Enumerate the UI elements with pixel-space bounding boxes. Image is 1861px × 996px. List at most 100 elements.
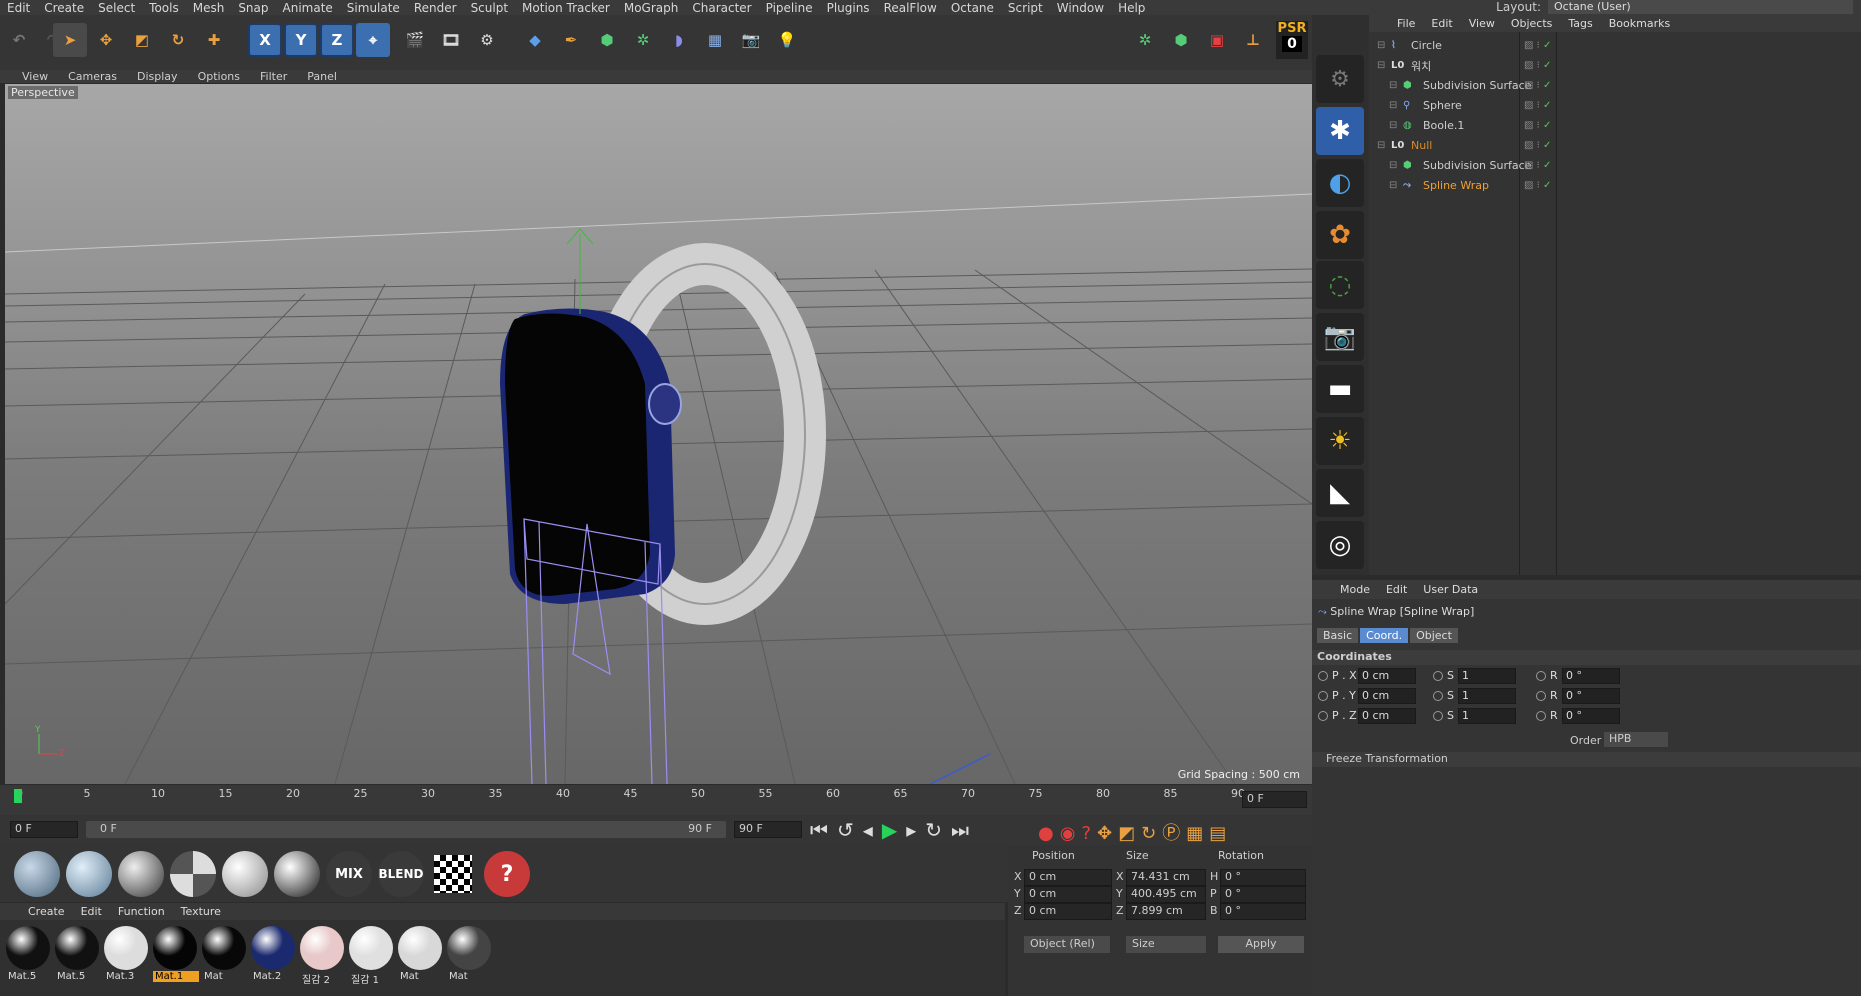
- deformer-icon[interactable]: ◗: [662, 23, 696, 57]
- key-help-icon[interactable]: ?: [1081, 823, 1097, 844]
- material-item[interactable]: Mat: [447, 926, 493, 986]
- material-item[interactable]: Mat.1: [153, 926, 199, 986]
- octane-volume-icon[interactable]: ◌: [1316, 261, 1364, 309]
- size-mode-select[interactable]: Size: [1126, 936, 1206, 953]
- frame-range-slider[interactable]: 0 F 90 F: [86, 821, 726, 838]
- end-frame-field[interactable]: 90 F: [734, 821, 802, 838]
- object-row[interactable]: ⊟ ⬢ Subdivision Surface ▨ ⁝ ✓: [1369, 76, 1861, 95]
- enabled-check-icon[interactable]: ✓: [1543, 100, 1551, 111]
- visibility-toggle[interactable]: ▨ ⁝: [1524, 140, 1540, 151]
- tab-basic[interactable]: Basic: [1317, 628, 1359, 643]
- start-frame-field[interactable]: 0 F: [10, 821, 78, 838]
- object-menu-view[interactable]: View: [1461, 17, 1503, 30]
- material-item[interactable]: Mat.2: [251, 926, 297, 986]
- playhead-marker[interactable]: [14, 789, 22, 803]
- checker-texture-preset[interactable]: [434, 855, 472, 893]
- menu-script[interactable]: Script: [1001, 1, 1050, 15]
- axis-gizmo-icon[interactable]: ⊥: [1236, 23, 1270, 57]
- menu-octane[interactable]: Octane: [944, 1, 1001, 15]
- octane-cube-icon[interactable]: ⬢: [1164, 23, 1198, 57]
- object-menu-edit[interactable]: Edit: [1423, 17, 1460, 30]
- attribute-menu-edit[interactable]: Edit: [1378, 583, 1415, 596]
- param-r-field[interactable]: 0 °: [1562, 708, 1620, 724]
- tree-expand-icon[interactable]: ⊟: [1377, 60, 1385, 71]
- object-row[interactable]: ⊟ ⚲ Sphere ▨ ⁝ ✓: [1369, 96, 1861, 115]
- enabled-check-icon[interactable]: ✓: [1543, 40, 1551, 51]
- object-row[interactable]: ⊟ L0 워치 ▨ ⁝ ✓: [1369, 56, 1861, 75]
- menu-pipeline[interactable]: Pipeline: [759, 1, 820, 15]
- material-item[interactable]: Mat.5: [6, 926, 52, 986]
- rotation-h-field[interactable]: 0 °: [1220, 869, 1306, 886]
- go-to-start-icon[interactable]: ⏮: [810, 818, 837, 842]
- animate-radio[interactable]: [1318, 691, 1328, 701]
- render-picture-viewer-icon[interactable]: 🎞: [434, 23, 468, 57]
- param-s-field[interactable]: 1: [1458, 708, 1516, 724]
- toon-material-preset[interactable]: [274, 851, 320, 897]
- visibility-toggle[interactable]: ▨ ⁝: [1524, 180, 1540, 191]
- rotate-icon[interactable]: ↻: [161, 23, 195, 57]
- axis-z-button[interactable]: Z: [320, 23, 354, 57]
- order-select[interactable]: HPB: [1604, 732, 1668, 747]
- size-x-field[interactable]: 74.431 cm: [1126, 869, 1206, 886]
- menu-select[interactable]: Select: [91, 1, 142, 15]
- menu-mograph[interactable]: MoGraph: [617, 1, 686, 15]
- viewport-menu-cameras[interactable]: Cameras: [58, 70, 127, 83]
- material-menu-texture[interactable]: Texture: [173, 905, 229, 918]
- octane-settings-icon[interactable]: ⚙: [1316, 55, 1364, 103]
- octane-sun-icon[interactable]: ☀: [1316, 417, 1364, 465]
- animate-radio[interactable]: [1433, 711, 1443, 721]
- visibility-toggle[interactable]: ▨ ⁝: [1524, 160, 1540, 171]
- param-p-field[interactable]: 0 cm: [1358, 688, 1416, 704]
- menu-mesh[interactable]: Mesh: [186, 1, 232, 15]
- tree-expand-icon[interactable]: ⊟: [1377, 40, 1385, 51]
- visibility-toggle[interactable]: ▨ ⁝: [1524, 80, 1540, 91]
- position-y-field[interactable]: 0 cm: [1024, 886, 1112, 903]
- menu-render[interactable]: Render: [407, 1, 464, 15]
- apply-button[interactable]: Apply: [1218, 936, 1304, 953]
- visibility-toggle[interactable]: ▨ ⁝: [1524, 40, 1540, 51]
- prev-key-icon[interactable]: ↺: [837, 818, 863, 842]
- tree-expand-icon[interactable]: ⊟: [1389, 180, 1397, 191]
- move-icon[interactable]: ✥: [89, 23, 123, 57]
- viewport-menu-filter[interactable]: Filter: [250, 70, 297, 83]
- menu-animate[interactable]: Animate: [276, 1, 340, 15]
- enabled-check-icon[interactable]: ✓: [1543, 160, 1551, 171]
- position-z-field[interactable]: 0 cm: [1024, 903, 1112, 920]
- enabled-check-icon[interactable]: ✓: [1543, 60, 1551, 71]
- menu-motion-tracker[interactable]: Motion Tracker: [515, 1, 617, 15]
- material-menu-create[interactable]: Create: [20, 905, 73, 918]
- menu-tools[interactable]: Tools: [142, 1, 186, 15]
- param-r-field[interactable]: 0 °: [1562, 688, 1620, 704]
- tab-object[interactable]: Object: [1410, 628, 1458, 643]
- menu-sculpt[interactable]: Sculpt: [464, 1, 515, 15]
- animate-radio[interactable]: [1536, 711, 1546, 721]
- tree-expand-icon[interactable]: ⊟: [1389, 100, 1397, 111]
- menu-window[interactable]: Window: [1050, 1, 1111, 15]
- material-item[interactable]: Mat.5: [55, 926, 101, 986]
- material-item[interactable]: Mat: [398, 926, 444, 986]
- animate-radio[interactable]: [1536, 691, 1546, 701]
- material-menu-edit[interactable]: Edit: [73, 905, 110, 918]
- array-icon[interactable]: ✲: [626, 23, 660, 57]
- object-row[interactable]: ⊟ ⤳ Spline Wrap ▨ ⁝ ✓: [1369, 176, 1861, 195]
- material-menu-function[interactable]: Function: [110, 905, 173, 918]
- axis-x-button[interactable]: X: [248, 23, 282, 57]
- rotation-b-field[interactable]: 0 °: [1220, 903, 1306, 920]
- viewport-menu-panel[interactable]: Panel: [297, 70, 347, 83]
- mix-material-preset[interactable]: MIX: [326, 851, 372, 897]
- animate-radio[interactable]: [1536, 671, 1546, 681]
- object-row[interactable]: ⊟ ⌇ Circle ▨ ⁝ ✓: [1369, 36, 1861, 55]
- menu-realflow[interactable]: RealFlow: [877, 1, 944, 15]
- timeline-ruler[interactable]: 051015202530354045505560657075808590 0 F: [0, 785, 1312, 815]
- material-item[interactable]: Mat.3: [104, 926, 150, 986]
- camera-icon[interactable]: 📷: [734, 23, 768, 57]
- metal-material-preset[interactable]: [222, 851, 268, 897]
- position-x-field[interactable]: 0 cm: [1024, 869, 1112, 886]
- size-y-field[interactable]: 400.495 cm: [1126, 886, 1206, 903]
- viewport-perspective[interactable]: Y Z Perspective Grid Spacing : 500 cm: [5, 84, 1312, 784]
- key-param-icon[interactable]: Ⓟ: [1162, 823, 1186, 844]
- layout-select[interactable]: Octane (User): [1548, 0, 1853, 14]
- coordinate-mode-select[interactable]: Object (Rel): [1024, 936, 1110, 953]
- enabled-check-icon[interactable]: ✓: [1543, 120, 1551, 131]
- viewport-menu-view[interactable]: View: [12, 70, 58, 83]
